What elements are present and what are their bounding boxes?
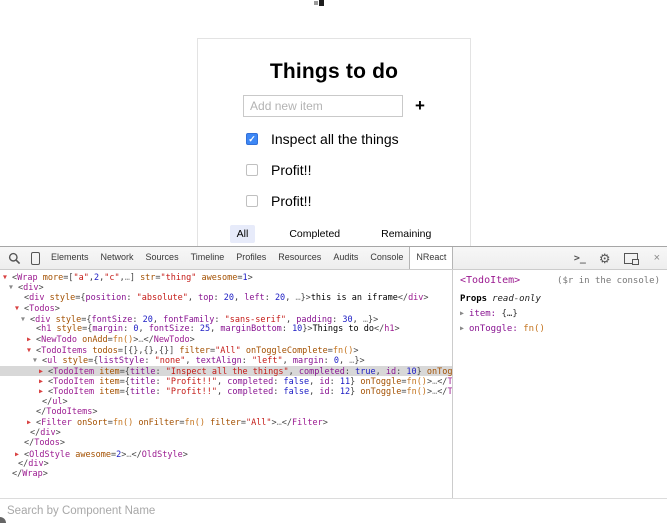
prop-key: item:: [469, 309, 502, 319]
page-title: Things to do: [198, 60, 470, 84]
todo-list: ✓ Inspect all the things Profit!! Profit!!: [246, 132, 470, 208]
collapse-arrow-icon[interactable]: ▼: [33, 355, 42, 365]
component-search-input[interactable]: [0, 504, 649, 518]
react-tree-node[interactable]: ▼<ul style={listStyle: "none", textAlign…: [0, 355, 452, 365]
react-tree-node[interactable]: ▶<Filter onSort=fn() onFilter=fn() filte…: [0, 417, 452, 427]
react-tree-node[interactable]: ▶<NewTodo onAdd=fn()>…</NewTodo>: [0, 334, 452, 344]
props-readonly-note: read-only: [492, 294, 541, 304]
props-section-title: Props: [460, 294, 487, 304]
expand-arrow-icon[interactable]: ▶: [27, 334, 36, 344]
todo-checkbox[interactable]: ✓: [246, 133, 258, 145]
prop-key: onToggle:: [469, 324, 523, 334]
expand-arrow-icon[interactable]: ▶: [39, 376, 48, 386]
todo-item-row: ✓ Inspect all the things: [246, 132, 470, 146]
collapse-arrow-icon[interactable]: ▼: [15, 303, 24, 313]
add-new-item-input[interactable]: [243, 95, 403, 117]
todo-item-row: Profit!!: [246, 194, 470, 208]
react-tree-node[interactable]: ▼<TodoItems todos=[{},{},{}] filter="All…: [0, 345, 452, 355]
collapse-arrow-icon[interactable]: ▼: [9, 282, 18, 292]
todo-label: Inspect all the things: [271, 131, 399, 147]
inspect-magnifier-icon[interactable]: [8, 252, 21, 265]
react-tree-node[interactable]: ▼<Todos>: [0, 303, 452, 313]
todo-item-row: Profit!!: [246, 163, 470, 177]
react-tree-node[interactable]: </div>: [0, 459, 452, 469]
react-tree-node[interactable]: </Todos>: [0, 438, 452, 448]
expand-arrow-icon[interactable]: ▶: [460, 309, 469, 317]
react-tree-node[interactable]: ▶<OldStyle awesome=2>…</OldStyle>: [0, 449, 452, 459]
react-tree-node[interactable]: </ul>: [0, 397, 452, 407]
props-list: ▶item: {…}▶onToggle: fn(): [460, 309, 660, 334]
react-tree-node[interactable]: <div style={position: "absolute", top: 2…: [0, 293, 452, 303]
devtools-toolbar: ElementsNetworkSourcesTimelineProfilesRe…: [0, 247, 667, 270]
settings-gear-icon[interactable]: ⚙: [599, 252, 611, 265]
todo-label: Profit!!: [271, 193, 311, 209]
todo-checkbox[interactable]: [246, 195, 258, 207]
react-tree-node[interactable]: </div>: [0, 428, 452, 438]
collapse-arrow-icon[interactable]: ▼: [27, 345, 36, 355]
dock-side-icon[interactable]: [624, 253, 638, 264]
console-drawer-icon[interactable]: >_: [574, 253, 586, 264]
props-pane: <TodoItem> ($r in the console) Props read…: [453, 270, 667, 499]
react-tree-node[interactable]: ▼<div style={fontSize: 20, fontFamily: "…: [0, 314, 452, 324]
tab-console[interactable]: Console: [364, 247, 409, 269]
react-tree-node[interactable]: ▶<TodoItem item={title: "Profit!!", comp…: [0, 386, 452, 396]
component-search-bar: [0, 498, 667, 523]
react-tree-node[interactable]: ▼<Wrap more=["a",2,"c",…] str="thing" aw…: [0, 272, 452, 282]
expand-arrow-icon[interactable]: ▶: [39, 386, 48, 396]
todo-label: Profit!!: [271, 162, 311, 178]
todo-app-iframe: Things to do + ✓ Inspect all the things Pr…: [197, 38, 471, 247]
tab-elements[interactable]: Elements: [45, 247, 95, 269]
expand-arrow-icon[interactable]: ▶: [27, 417, 36, 427]
filter-button-remaining[interactable]: Remaining: [374, 225, 438, 243]
devtools-panel: ElementsNetworkSourcesTimelineProfilesRe…: [0, 246, 667, 523]
tab-resources[interactable]: Resources: [272, 247, 327, 269]
page-top-artifact: [314, 0, 326, 6]
tab-sources[interactable]: Sources: [140, 247, 185, 269]
tab-audits[interactable]: Audits: [327, 247, 364, 269]
devtools-tabs: ElementsNetworkSourcesTimelineProfilesRe…: [45, 247, 453, 269]
collapse-arrow-icon[interactable]: ▼: [21, 314, 30, 324]
filter-button-all[interactable]: All: [230, 225, 256, 243]
react-tree-node[interactable]: </TodoItems>: [0, 407, 452, 417]
react-tree-node[interactable]: ▼<div>: [0, 282, 452, 292]
tab-nreact[interactable]: NReact: [409, 247, 453, 269]
react-tree-node[interactable]: </Wrap>: [0, 469, 452, 479]
prop-row-onToggle[interactable]: ▶onToggle: fn(): [460, 324, 660, 334]
tab-timeline[interactable]: Timeline: [185, 247, 231, 269]
expand-arrow-icon[interactable]: ▶: [460, 324, 469, 332]
react-component-tree: ▼<Wrap more=["a",2,"c",…] str="thing" aw…: [0, 270, 452, 499]
add-item-button[interactable]: +: [415, 96, 425, 116]
prop-value: {…}: [502, 309, 518, 319]
filter-bar: All Completed Remaining: [198, 225, 470, 243]
console-reference-hint: ($r in the console): [557, 276, 660, 286]
prop-value: fn(): [523, 324, 545, 334]
expand-arrow-icon[interactable]: ▶: [39, 366, 48, 376]
check-icon: ✓: [248, 135, 256, 144]
tab-profiles[interactable]: Profiles: [230, 247, 272, 269]
react-tree-node[interactable]: <h1 style={margin: 0, fontSize: 25, marg…: [0, 324, 452, 334]
device-mode-icon[interactable]: [31, 252, 40, 265]
collapse-arrow-icon[interactable]: ▼: [3, 272, 12, 282]
close-devtools-icon[interactable]: ×: [654, 253, 660, 264]
selected-component-name: <TodoItem>: [460, 275, 520, 286]
react-tree-node[interactable]: ▶<TodoItem item={title: "Inspect all the…: [0, 366, 452, 376]
filter-button-completed[interactable]: Completed: [282, 225, 347, 243]
prop-row-item[interactable]: ▶item: {…}: [460, 309, 660, 319]
expand-arrow-icon[interactable]: ▶: [15, 449, 24, 459]
tab-network[interactable]: Network: [95, 247, 140, 269]
react-tree-node[interactable]: ▶<TodoItem item={title: "Profit!!", comp…: [0, 376, 452, 386]
todo-checkbox[interactable]: [246, 164, 258, 176]
